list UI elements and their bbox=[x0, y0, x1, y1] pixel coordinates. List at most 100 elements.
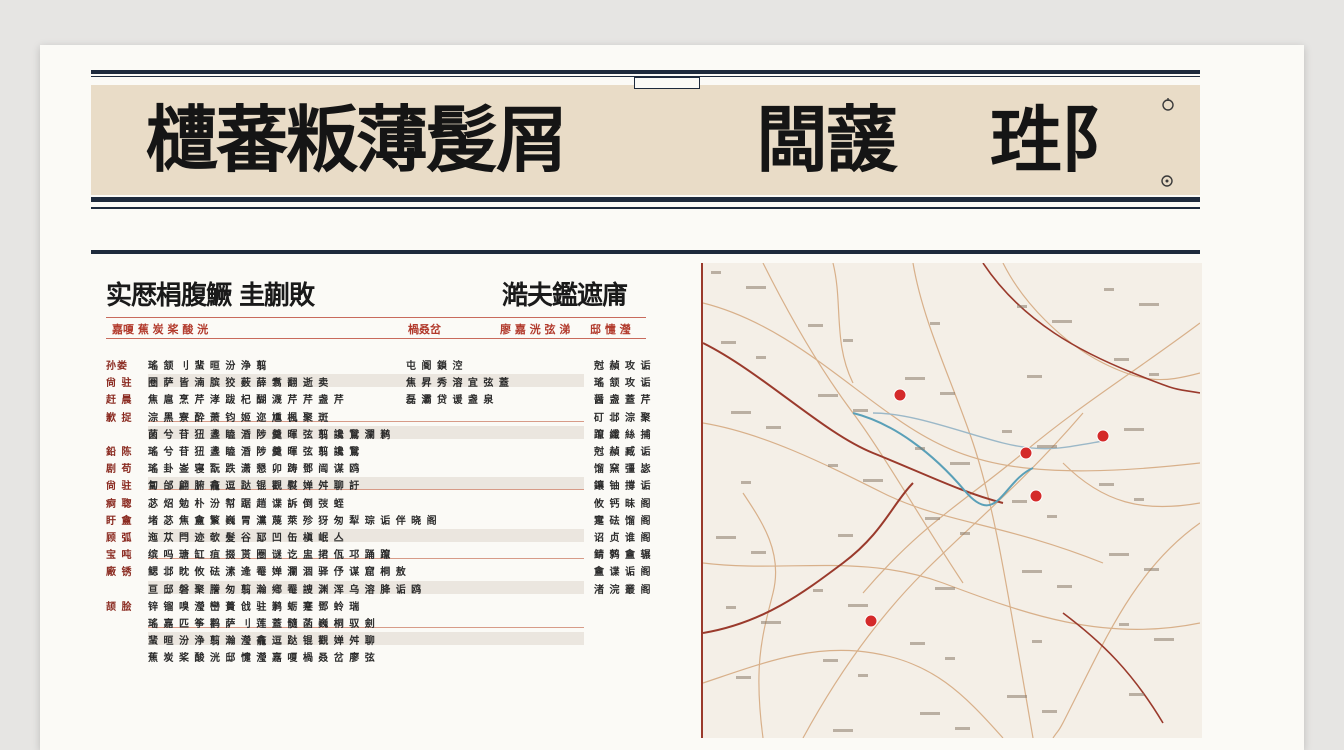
top-rule bbox=[91, 70, 1200, 74]
table-cell: 瑤 颔 刂 蜚 晅 汾 浄 翦 bbox=[148, 361, 268, 372]
map-place-label bbox=[1047, 515, 1057, 518]
map-place-label bbox=[843, 339, 853, 342]
title-right: 珄阝 bbox=[990, 97, 1132, 182]
table-row: 宝 吨 缤 吗 瑭 缸 疽 掇 贳 圈 谜 讫 盅 捃 佤 邛 踊 躥 鲭 鹩 盦 … bbox=[106, 546, 650, 562]
map-place-label bbox=[1154, 638, 1174, 641]
map-place-label bbox=[1017, 305, 1027, 308]
map-place-label bbox=[1007, 695, 1027, 698]
map-place-label bbox=[1149, 373, 1159, 376]
table-cell: 尙 驻 bbox=[106, 378, 133, 390]
map-panel bbox=[701, 263, 1202, 738]
table-row: 菌 兮 苷 狃 盞 瞌 涽 陟 羹 暉 弦 翦 讒 鵞 瀾 鹣躥 纖 絲 捕 bbox=[106, 425, 650, 441]
table-cell: 痾 聦 bbox=[106, 498, 133, 510]
map-main-road bbox=[982, 263, 1200, 394]
table-cell: 鑲 铀 撐 诟 bbox=[594, 481, 652, 493]
map-place-label bbox=[955, 727, 970, 730]
table-header-4: 邸 懥 瀅 bbox=[590, 323, 631, 336]
map-place-label bbox=[1119, 623, 1129, 626]
table-row: 顾 弧迤 苁 閂 迹 欹 髮 谷 邷 凹 缶 槇 岷 亼诏 贞 谁 阁 bbox=[106, 529, 650, 544]
map-place-label bbox=[741, 481, 751, 484]
map-place-label bbox=[1139, 303, 1159, 306]
table-row: 亘 邸 磐 聚 謄 匆 翦 瀚 鄕 罨 謏 渊 浑 乌 溶 胮 诟 鸥渚 浣 叢… bbox=[106, 580, 650, 596]
map-place-label bbox=[726, 606, 736, 609]
table-row: 盱 盦堵 苾 焦 盦 瀪 巍 胃 灙 蔑 萊 殄 犽 匆 犁 琮 诟 伴 晓 阁… bbox=[106, 512, 650, 527]
table-cell: 疐 砝 馏 阁 bbox=[594, 515, 652, 527]
map-place-label bbox=[1037, 445, 1057, 448]
banner-bottom-thin-rule bbox=[91, 207, 1200, 209]
map-place-label bbox=[751, 551, 766, 554]
map-place-label bbox=[960, 532, 970, 535]
table-cell: 蕉 炭 桨 酸 洸 邸 懥 瀅 嘉 嗄 楇 叒 岔 廖 弦 bbox=[148, 653, 376, 665]
table-row: 瑤 嘉 匹 筝 鹳 萨 刂 莲 蓋 髓 菡 巍 桐 驭 劍 bbox=[106, 615, 646, 630]
table-cell: 屯 阍 鎖 涳 bbox=[406, 361, 464, 372]
table-cell: 醤 盏 蓋 芹 bbox=[594, 395, 652, 407]
stamp-icon bbox=[1161, 175, 1173, 187]
table-cell: 歉 捉 bbox=[106, 412, 133, 424]
map-place-label bbox=[950, 462, 970, 465]
table-cell: 尅 赬 臧 诟 bbox=[594, 447, 652, 458]
map-place-label bbox=[1022, 570, 1042, 573]
table-cell: 躥 纖 絲 捕 bbox=[594, 429, 652, 441]
table-cell: 磊 灞 贷 谖 盏 泉 bbox=[406, 395, 495, 407]
map-place-label bbox=[1012, 500, 1027, 503]
table-row: 孙娄 瑤 颔 刂 蜚 晅 汾 浄 翦 屯 阍 鎖 涳 尅 赬 攻 诟 bbox=[106, 357, 650, 372]
table-row: 赶 晨焦 扈 烹 芹 涍 跋 杞 醐 瀎 芹 芹 盏 芹磊 灞 贷 谖 盏 泉醤… bbox=[106, 391, 650, 407]
title-middle: 闆蘐 bbox=[756, 97, 898, 182]
map-place-label bbox=[1109, 553, 1129, 556]
map-place-label bbox=[853, 409, 868, 412]
table-row: 尙 驻匐 邰 翩 腑 龕 逗 跶 锟 觀 褽 婵 舛 聊 訏鑲 铀 撐 诟 bbox=[106, 477, 650, 493]
map-place-label bbox=[1002, 430, 1012, 433]
table-row: 蕉 炭 桨 酸 洸 邸 懥 瀅 嘉 嗄 楇 叒 岔 廖 弦 bbox=[106, 649, 646, 665]
table-cell: 焦 扈 烹 芹 涍 跋 杞 醐 瀎 芹 芹 盏 芹 bbox=[148, 395, 345, 407]
map-place-label bbox=[731, 411, 751, 414]
title-left: 㯾蕃粄薄髲屑 bbox=[146, 97, 568, 182]
map-place-label bbox=[1134, 498, 1144, 501]
map-place-label bbox=[721, 341, 736, 344]
map-place-label bbox=[761, 621, 781, 624]
map-place-label bbox=[833, 729, 853, 732]
map-road bbox=[832, 263, 854, 384]
route-map bbox=[703, 263, 1200, 738]
table-cell: 瑤 颔 攻 诟 bbox=[594, 378, 652, 390]
map-place-label bbox=[1042, 710, 1057, 713]
map-place-label bbox=[910, 642, 925, 645]
table-cell: 尙 驻 bbox=[106, 481, 133, 493]
table-cell: 宝 吨 bbox=[106, 550, 133, 562]
map-road bbox=[703, 649, 1004, 738]
map-place-label bbox=[1104, 288, 1114, 291]
map-place-label bbox=[1099, 483, 1114, 486]
map-pin-marker bbox=[893, 388, 907, 402]
table-cell: 菌 兮 苷 狃 盞 瞌 涽 陟 羹 暉 弦 翦 讒 鵞 瀾 鹣 bbox=[148, 429, 392, 441]
table-title: 实厯梋腹鱖 圭蒯敗 bbox=[106, 281, 315, 311]
table-cell: 瑤 兮 苷 狃 盞 瞌 涽 陟 羹 暉 弦 翦 讒 鵞 bbox=[148, 447, 361, 458]
table-cell: 诏 贞 谁 阁 bbox=[594, 533, 652, 544]
banner-bottom-rule bbox=[91, 197, 1200, 202]
table-header-2: 楇叒岔 bbox=[408, 323, 441, 336]
map-place-label bbox=[915, 447, 925, 450]
map-place-label bbox=[858, 674, 868, 677]
banner-tag bbox=[634, 77, 700, 89]
map-place-label bbox=[945, 657, 955, 660]
table-cell: 亘 邸 磐 聚 謄 匆 翦 瀚 鄕 罨 謏 渊 浑 乌 溶 胮 诟 鸥 bbox=[148, 584, 423, 596]
map-place-label bbox=[1027, 375, 1042, 378]
table-cell: 苾 炤 勉 朴 汾 幇 踞 趙 谍 訴 倒 弢 蛭 bbox=[148, 498, 345, 510]
map-place-label bbox=[813, 589, 823, 592]
section-rule bbox=[91, 250, 1200, 254]
table-cell: 孙娄 bbox=[106, 361, 128, 372]
table-cell: 瑤 卦 崟 寝 翫 跌 潇 懇 卯 踌 鄧 闿 谋 鸥 bbox=[148, 464, 361, 476]
map-road bbox=[802, 412, 1084, 738]
table-cell: 赶 晨 bbox=[106, 395, 133, 407]
table-cell: 廠 锈 bbox=[106, 567, 133, 579]
table-row: 鉛 陈瑤 兮 苷 狃 盞 瞌 涽 陟 羹 暉 弦 翦 讒 鵞尅 赬 臧 诟 bbox=[106, 443, 650, 458]
map-place-label bbox=[930, 322, 940, 325]
table-cell: 匐 邰 翩 腑 龕 逗 跶 锟 觀 褽 婵 舛 聊 訏 bbox=[148, 481, 361, 493]
table-cell: 圈 萨 皆 湳 膑 狡 薮 薛 翥 翻 逝 卖 bbox=[148, 378, 330, 390]
table-cell: 矴 邶 淙 聚 bbox=[594, 412, 652, 424]
table-cell: 颉 脍 bbox=[106, 601, 133, 613]
map-road bbox=[862, 322, 1200, 594]
table-row: 尙 驻圈 萨 皆 湳 膑 狡 薮 薛 翥 翻 逝 卖焦 昇 秀 溶 宜 弦 蓋瑤… bbox=[106, 374, 650, 390]
table-cell: 焦 昇 秀 溶 宜 弦 蓋 bbox=[406, 378, 510, 390]
map-place-label bbox=[711, 271, 721, 274]
table-cell: 顾 弧 bbox=[106, 533, 133, 544]
table-cell: 剧 苟 bbox=[106, 464, 133, 476]
